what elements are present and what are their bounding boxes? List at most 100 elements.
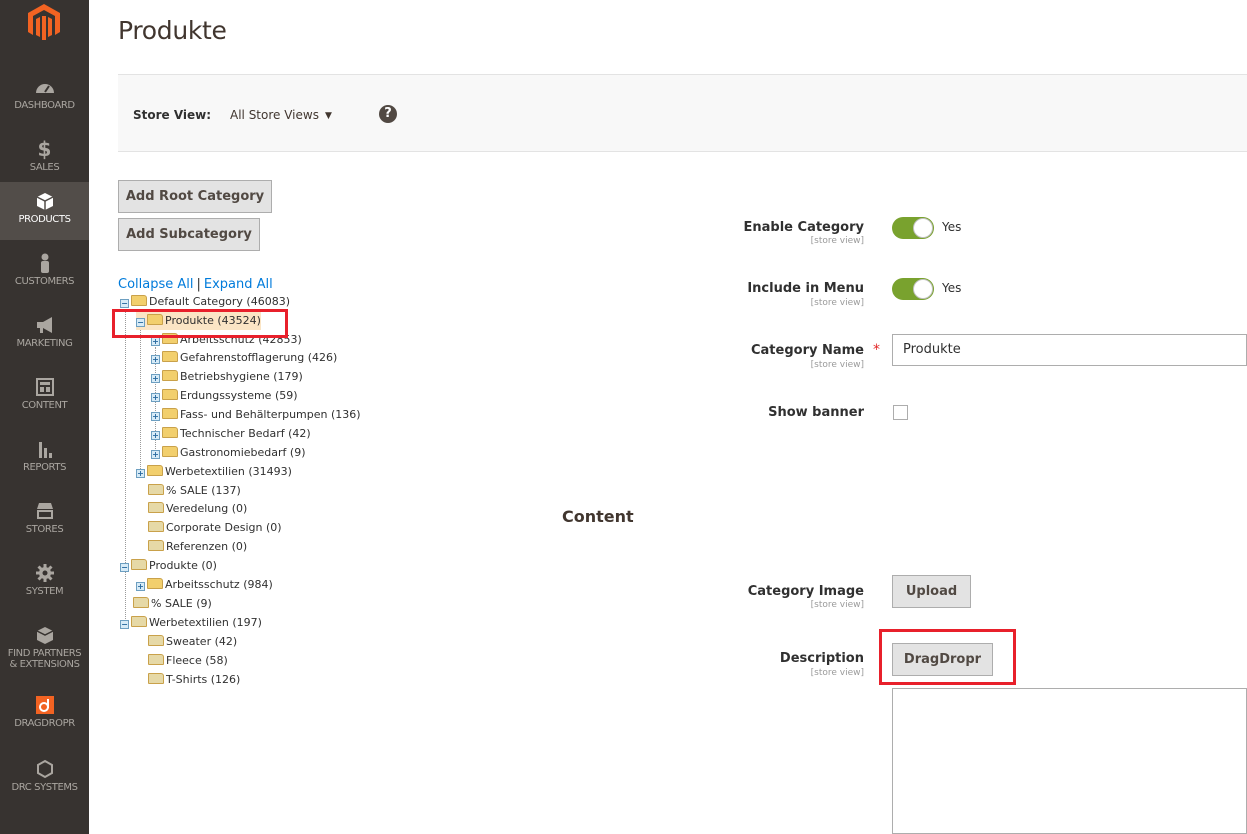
- enable-category-label: Enable Category: [743, 220, 864, 235]
- expand-icon[interactable]: +: [151, 450, 160, 459]
- storefront-icon: [36, 503, 53, 519]
- tree-node-label: T-Shirts (126): [166, 673, 241, 686]
- collapse-icon[interactable]: −: [120, 299, 129, 308]
- tree-node-label: % SALE (9): [151, 597, 212, 610]
- collapse-icon[interactable]: −: [120, 620, 129, 629]
- show-banner-checkbox[interactable]: [893, 405, 908, 420]
- expand-icon[interactable]: +: [151, 431, 160, 440]
- folder-icon: [147, 578, 163, 589]
- add-root-category-button[interactable]: Add Root Category: [118, 180, 272, 213]
- include-in-menu-label: Include in Menu: [747, 281, 864, 296]
- content-section-title[interactable]: Content: [562, 507, 634, 526]
- folder-page-icon: [148, 673, 164, 684]
- nav-system[interactable]: SYSTEM: [0, 554, 89, 616]
- nav-find-partners-label-2: & EXTENSIONS: [9, 659, 80, 670]
- tree-node[interactable]: + Fass- und Behälterpumpen (136): [151, 406, 361, 424]
- expand-icon[interactable]: +: [151, 355, 160, 364]
- tree-node[interactable]: + Betriebshygiene (179): [151, 368, 303, 386]
- nav-system-label: SYSTEM: [25, 586, 64, 597]
- nav-customers[interactable]: CUSTOMERS: [0, 244, 89, 306]
- nav-products[interactable]: PRODUCTS: [0, 182, 89, 240]
- include-in-menu-value: Yes: [942, 281, 962, 295]
- tree-node[interactable]: Corporate Design (0): [148, 519, 282, 537]
- magento-logo[interactable]: [24, 2, 64, 40]
- tree-node[interactable]: − Produkte (0): [120, 557, 217, 575]
- folder-page-icon: [148, 654, 164, 665]
- expand-icon[interactable]: +: [151, 393, 160, 402]
- tree-node-label: Erdungssysteme (59): [180, 389, 298, 402]
- expand-icon[interactable]: +: [136, 469, 145, 478]
- bar-chart-icon: [38, 442, 52, 458]
- nav-drc-systems[interactable]: DRC SYSTEMS: [0, 750, 89, 812]
- tree-node-label: Technischer Bedarf (42): [180, 427, 311, 440]
- nav-dashboard[interactable]: DASHBOARD: [0, 68, 89, 130]
- person-icon: [40, 253, 49, 273]
- tree-node[interactable]: Sweater (42): [148, 633, 237, 651]
- include-in-menu-toggle[interactable]: [892, 278, 934, 300]
- tree-node[interactable]: + Technischer Bedarf (42): [151, 425, 311, 443]
- tree-node[interactable]: + Werbetextilien (31493): [136, 463, 292, 481]
- category-name-scope: [store view]: [810, 360, 864, 370]
- category-name-input[interactable]: Produkte: [892, 334, 1247, 366]
- collapse-all-link[interactable]: Collapse All: [118, 277, 194, 292]
- tree-link-separator: |: [196, 277, 201, 292]
- dragdropr-icon: [35, 696, 54, 714]
- tree-node[interactable]: + Gefahrenstofflagerung (426): [151, 349, 337, 367]
- expand-icon[interactable]: +: [151, 337, 160, 346]
- expand-icon[interactable]: +: [151, 412, 160, 421]
- tree-node[interactable]: Referenzen (0): [148, 538, 247, 556]
- cube-icon: [36, 193, 53, 210]
- expand-icon[interactable]: +: [151, 374, 160, 383]
- upload-button[interactable]: Upload: [892, 575, 971, 608]
- folder-icon: [162, 408, 178, 419]
- tree-node[interactable]: + Erdungssysteme (59): [151, 387, 298, 405]
- folder-icon: [162, 427, 178, 438]
- tree-node[interactable]: + Gastronomiebedarf (9): [151, 444, 306, 462]
- folder-page-icon: [148, 635, 164, 646]
- nav-find-partners[interactable]: FIND PARTNERS & EXTENSIONS: [0, 616, 89, 686]
- add-subcategory-button[interactable]: Add Subcategory: [118, 218, 260, 251]
- nav-reports-label: REPORTS: [22, 462, 67, 473]
- store-view-dropdown[interactable]: All Store Views ▼: [230, 108, 332, 122]
- tree-node[interactable]: Veredelung (0): [148, 500, 247, 518]
- tree-node-label: Referenzen (0): [166, 540, 248, 553]
- nav-dragdropr[interactable]: DRAGDROPR: [0, 686, 89, 748]
- nav-reports[interactable]: REPORTS: [0, 430, 89, 492]
- tree-node-label: Corporate Design (0): [166, 521, 282, 534]
- nav-marketing[interactable]: MARKETING: [0, 306, 89, 368]
- enable-category-scope: [store view]: [810, 236, 864, 246]
- tree-node[interactable]: % SALE (9): [133, 595, 212, 613]
- expand-all-link[interactable]: Expand All: [204, 277, 273, 292]
- tree-node-label: Gefahrenstofflagerung (426): [180, 351, 338, 364]
- nav-content[interactable]: CONTENT: [0, 368, 89, 430]
- tree-node[interactable]: + Arbeitsschutz (984): [136, 576, 273, 594]
- description-label: Description: [779, 651, 864, 666]
- folder-icon: [147, 465, 163, 476]
- tree-node[interactable]: Fleece (58): [148, 652, 228, 670]
- tree-node[interactable]: % SALE (137): [148, 482, 241, 500]
- expand-icon[interactable]: +: [136, 582, 145, 591]
- tree-node-label: % SALE (137): [166, 484, 241, 497]
- show-banner-label: Show banner: [768, 405, 864, 420]
- nav-content-label: CONTENT: [21, 400, 68, 411]
- tree-node[interactable]: T-Shirts (126): [148, 671, 240, 689]
- tree-node-label: Fass- und Behälterpumpen (136): [180, 408, 361, 421]
- nav-products-label: PRODUCTS: [18, 214, 71, 225]
- folder-page-icon: [148, 502, 164, 513]
- tree-node-label: Veredelung (0): [166, 502, 248, 515]
- category-image-label: Category Image: [747, 584, 864, 599]
- help-icon[interactable]: ?: [379, 105, 397, 123]
- collapse-icon[interactable]: −: [120, 563, 129, 572]
- nav-stores[interactable]: STORES: [0, 492, 89, 554]
- page-title: Produkte: [118, 16, 227, 45]
- enable-category-toggle[interactable]: [892, 217, 934, 239]
- tree-node-label: Gastronomiebedarf (9): [180, 446, 306, 459]
- description-textarea[interactable]: [892, 688, 1247, 834]
- gear-icon: [35, 564, 54, 582]
- tree-node[interactable]: − Werbetextilien (197): [120, 614, 262, 632]
- folder-icon: [162, 370, 178, 381]
- folder-icon: [162, 389, 178, 400]
- folder-page-icon: [148, 521, 164, 532]
- folder-icon: [162, 351, 178, 362]
- folder-page-icon: [148, 484, 164, 495]
